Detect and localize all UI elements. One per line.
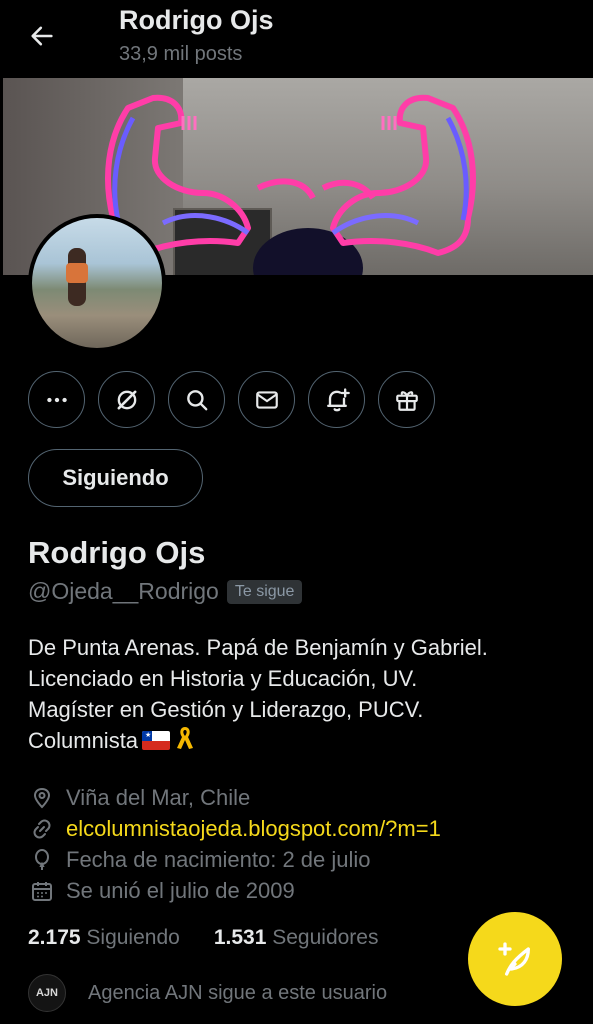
gift-icon	[395, 390, 418, 411]
location-pin-icon	[28, 784, 56, 812]
birthday-text: Fecha de nacimiento: 2 de julio	[66, 846, 371, 872]
search-button[interactable]	[168, 371, 225, 428]
link-icon	[28, 815, 56, 843]
following-count: 2.175	[28, 926, 81, 949]
yellow-ribbon-icon	[177, 727, 194, 749]
search-icon	[186, 389, 207, 410]
bell-plus-icon	[326, 387, 350, 411]
bio-line: Licenciado en Historia y Educación, UV.	[28, 666, 418, 691]
notifications-button[interactable]	[308, 371, 365, 428]
follow-stats: 2.175 Siguiendo 1.531 Seguidores	[28, 926, 378, 950]
website-link[interactable]: elcolumnistaojeda.blogspot.com/?m=1	[66, 816, 441, 842]
followed-by-row[interactable]: AJN Agencia AJN sigue a este usuario	[28, 974, 387, 1012]
calendar-icon	[28, 877, 56, 905]
gift-button[interactable]	[378, 371, 435, 428]
birthday-row: Fecha de nacimiento: 2 de julio	[28, 844, 441, 875]
website-row: elcolumnistaojeda.blogspot.com/?m=1	[28, 813, 441, 844]
top-bar: Rodrigo Ojs 33,9 mil posts	[0, 0, 593, 78]
header-title: Rodrigo Ojs	[119, 5, 274, 35]
following-label: Siguiendo	[86, 926, 180, 949]
post-count: 33,9 mil posts	[119, 43, 243, 65]
balloon-icon	[28, 846, 56, 874]
profile-avatar[interactable]	[28, 214, 166, 352]
follows-you-badge: Te sigue	[226, 579, 303, 604]
followers-label: Seguidores	[272, 926, 379, 949]
profile-name: Rodrigo Ojs	[28, 535, 206, 570]
bio-line: Columnista	[28, 728, 139, 753]
chile-flag-icon: ★	[142, 731, 171, 750]
envelope-icon	[255, 390, 278, 409]
following-stat[interactable]: 2.175 Siguiendo	[28, 926, 180, 950]
location-row: Viña del Mar, Chile	[28, 782, 441, 813]
profile-meta: Viña del Mar, Chile elcolumnistaojeda.bl…	[28, 782, 441, 906]
profile-bio: De Punta Arenas. Papá de Benjamín y Gabr…	[28, 632, 573, 756]
profile-handle: @Ojeda__Rodrigo	[28, 578, 219, 604]
joined-text: Se unió el julio de 2009	[66, 877, 295, 903]
more-button[interactable]	[28, 371, 85, 428]
bio-line-last: Columnista ★	[28, 725, 573, 756]
location-text: Viña del Mar, Chile	[66, 784, 251, 810]
bio-line: Magíster en Gestión y Liderazgo, PUCV.	[28, 697, 424, 722]
more-dots-icon	[46, 397, 67, 402]
back-button[interactable]	[24, 18, 60, 54]
bio-line: De Punta Arenas. Papá de Benjamín y Gabr…	[28, 635, 488, 660]
follower-avatar: AJN	[28, 974, 66, 1012]
joined-row: Se unió el julio de 2009	[28, 875, 441, 906]
handle-row: @Ojeda__Rodrigo Te sigue	[28, 578, 303, 605]
message-button[interactable]	[238, 371, 295, 428]
following-button[interactable]: Siguiendo	[28, 449, 203, 507]
followers-stat[interactable]: 1.531 Seguidores	[214, 926, 379, 950]
compose-post-button[interactable]	[468, 912, 562, 1006]
profile-actions	[28, 371, 435, 428]
grok-button[interactable]	[98, 371, 155, 428]
compose-feather-icon	[498, 942, 530, 976]
followed-by-text: Agencia AJN sigue a este usuario	[88, 981, 388, 1004]
followers-count: 1.531	[213, 926, 267, 949]
arrow-left-icon	[31, 26, 53, 46]
grok-icon	[117, 390, 136, 409]
